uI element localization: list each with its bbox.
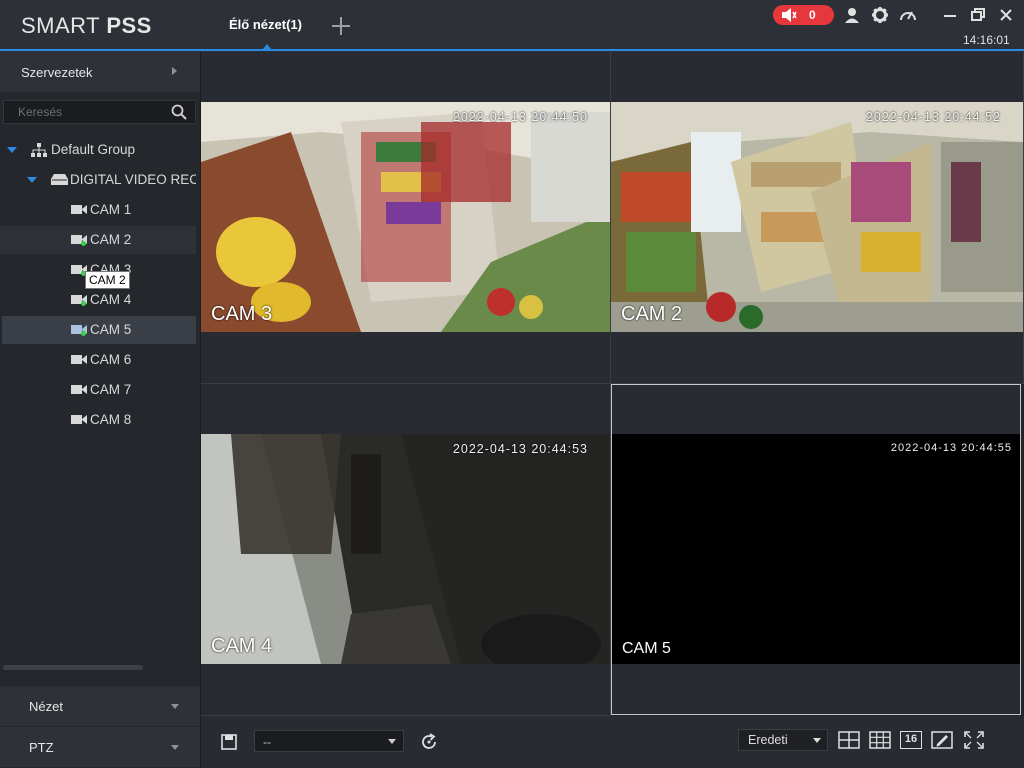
gear-icon[interactable] <box>871 6 889 24</box>
expand-caret-icon[interactable] <box>7 147 17 153</box>
view-preset-select[interactable]: -- <box>254 730 404 752</box>
online-status-dot <box>81 331 86 336</box>
organizations-label: Szervezetek <box>21 65 93 80</box>
chevron-right-icon <box>172 67 177 75</box>
smartpss-window: SMART PSS Élő nézet(1) 0 14:16:01 Szerve… <box>0 0 1024 768</box>
tooltip: CAM 2 <box>85 271 130 289</box>
tree-item-cam-5[interactable]: CAM 5 <box>2 316 196 344</box>
add-tab-button[interactable] <box>330 15 352 37</box>
close-icon[interactable] <box>997 6 1015 24</box>
logo-pss-text: PSS <box>106 13 152 38</box>
sidebar: Szervezetek Default Group <box>0 52 200 768</box>
search-box <box>3 100 196 124</box>
layout-4-icon[interactable] <box>838 731 860 749</box>
online-status-dot <box>81 301 86 306</box>
tree-horizontal-scrollbar[interactable] <box>3 665 143 670</box>
video-frame <box>201 434 610 664</box>
video-pane-2[interactable]: 2022-04-13 20:44:52 CAM 2 <box>611 52 1024 384</box>
tree-item-cam-6[interactable]: CAM 6 <box>0 346 196 374</box>
layout-16-button[interactable]: 16 <box>900 731 922 749</box>
tree-item-cam-4[interactable]: CAM 4 <box>0 286 196 314</box>
tree-item-cam-2[interactable]: CAM 2 <box>0 226 196 254</box>
video-pane-3[interactable]: 2022-04-13 20:44:53 CAM 4 <box>201 384 611 716</box>
bottom-toolbar: -- Eredeti 16 <box>201 716 1024 768</box>
ptz-section-header[interactable]: PTZ <box>0 727 200 767</box>
title-bar-accent-line <box>0 49 1024 51</box>
chevron-down-icon <box>171 704 179 709</box>
chevron-down-icon <box>813 738 821 743</box>
minimize-icon[interactable] <box>941 6 959 24</box>
view-section-header[interactable]: Nézet <box>0 686 200 726</box>
view-section-label: Nézet <box>29 699 63 714</box>
refresh-icon[interactable] <box>419 732 439 752</box>
camera-icon <box>71 415 87 424</box>
video-timestamp: 2022-04-13 20:44:52 <box>865 110 1001 124</box>
layout-9-icon[interactable] <box>869 731 891 749</box>
clock: 14:16:01 <box>963 33 1010 47</box>
camera-label: CAM 6 <box>90 352 132 367</box>
camera-icon <box>71 205 87 214</box>
device-label: DIGITAL VIDEO RECORDER <box>70 172 196 187</box>
user-icon[interactable] <box>843 6 861 24</box>
camera-label: CAM 8 <box>90 412 132 427</box>
camera-icon <box>71 355 87 364</box>
video-pane-1[interactable]: 2022-04-13 20:44:50 CAM 3 <box>201 52 611 384</box>
ptz-section-label: PTZ <box>29 740 54 755</box>
search-input[interactable] <box>4 101 164 123</box>
camera-label: CAM 2 <box>90 232 132 247</box>
video-feed: 2022-04-13 20:44:50 CAM 3 <box>201 102 610 332</box>
video-frame <box>201 102 610 332</box>
video-feed: 2022-04-13 20:44:52 CAM 2 <box>611 102 1023 332</box>
restore-icon[interactable] <box>969 6 987 24</box>
video-feed: 2022-04-13 20:44:55 CAM 5 <box>612 434 1020 664</box>
video-camera-label: CAM 3 <box>211 303 273 325</box>
video-grid: 2022-04-13 20:44:50 CAM 3 2022-04-13 20:… <box>201 52 1024 716</box>
title-bar: SMART PSS Élő nézet(1) 0 14:16:01 <box>0 0 1024 52</box>
camera-label: CAM 4 <box>90 292 132 307</box>
online-status-dot <box>81 241 86 246</box>
search-icon[interactable] <box>171 104 187 120</box>
video-feed: 2022-04-13 20:44:53 CAM 4 <box>201 434 610 664</box>
video-camera-label: CAM 2 <box>621 303 683 325</box>
aspect-ratio-select[interactable]: Eredeti <box>738 729 828 751</box>
org-tree-icon <box>31 143 47 157</box>
tree-device-dvr[interactable]: DIGITAL VIDEO RECORDER <box>0 166 196 194</box>
camera-label: CAM 5 <box>90 322 132 337</box>
tree-group-default[interactable]: Default Group <box>0 136 196 164</box>
gauge-icon[interactable] <box>899 6 917 24</box>
video-timestamp: 2022-04-13 20:44:53 <box>452 442 588 456</box>
tree-item-cam-7[interactable]: CAM 7 <box>0 376 196 404</box>
save-view-icon[interactable] <box>219 732 239 752</box>
camera-label: CAM 1 <box>90 202 132 217</box>
expand-caret-icon[interactable] <box>27 177 37 183</box>
video-frame <box>611 102 1023 332</box>
organizations-header[interactable]: Szervezetek <box>0 52 200 92</box>
video-timestamp: 2022-04-13 20:44:55 <box>890 442 1012 454</box>
chevron-down-icon <box>388 739 396 744</box>
view-preset-value: -- <box>263 735 271 749</box>
camera-label: CAM 7 <box>90 382 132 397</box>
video-camera-label: CAM 4 <box>211 635 273 657</box>
alarm-badge[interactable]: 0 <box>773 5 834 25</box>
tree-item-cam-1[interactable]: CAM 1 <box>0 196 196 224</box>
fullscreen-icon[interactable] <box>963 731 985 749</box>
tab-live-view[interactable]: Élő nézet(1) <box>229 17 302 32</box>
group-label: Default Group <box>51 142 136 157</box>
video-timestamp: 2022-04-13 20:44:50 <box>452 110 588 124</box>
video-pane-4[interactable]: 2022-04-13 20:44:55 CAM 5 <box>611 384 1021 715</box>
camera-icon <box>71 385 87 394</box>
edit-layout-icon[interactable] <box>931 731 953 749</box>
speaker-icon <box>782 8 797 22</box>
tree-item-cam-8[interactable]: CAM 8 <box>0 406 196 434</box>
video-camera-label: CAM 5 <box>622 640 671 657</box>
dvr-icon <box>51 174 68 185</box>
app-logo: SMART PSS <box>21 13 152 39</box>
aspect-ratio-value: Eredeti <box>748 733 788 747</box>
logo-smart-text: SMART <box>21 13 107 38</box>
alarm-count: 0 <box>809 8 816 22</box>
chevron-down-icon <box>171 745 179 750</box>
